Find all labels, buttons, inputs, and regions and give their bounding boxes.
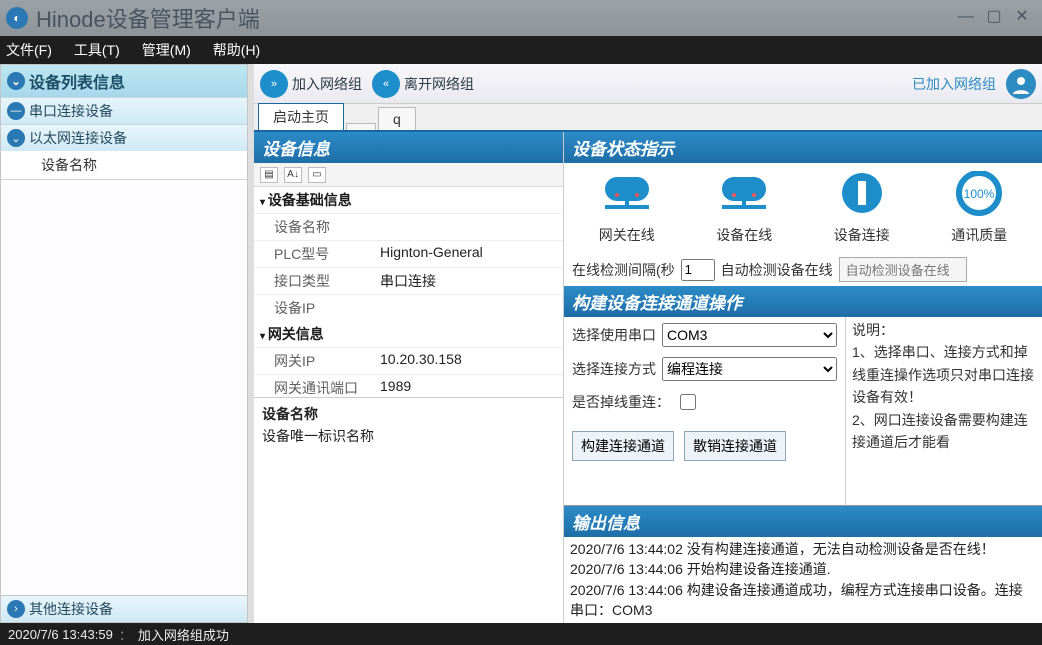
property-description: 设备名称 设备唯一标识名称 [254, 397, 563, 623]
propgrid-toolbar: ▤ A↓ ▭ [254, 163, 563, 187]
sidebar-header: ⌄ 设备列表信息 [1, 65, 247, 97]
auto-detect-button[interactable]: 自动检测设备在线 [839, 257, 967, 282]
sidebar-cat-serial-label: 串口连接设备 [29, 101, 113, 121]
app-title: Hinode设备管理客户端 [36, 2, 260, 34]
deviceinfo-header: 设备信息 [254, 132, 563, 163]
connected-icon [832, 171, 892, 221]
log-line: 2020/7/6 13:44:06 构建设备连接通道成功，编程方式连接串口设备。… [570, 580, 1036, 621]
network-status: 已加入网络组 [912, 74, 996, 94]
channel-header: 构建设备连接通道操作 [564, 286, 1042, 317]
status-device-connected: 设备连接 [832, 171, 892, 245]
status-panel: 设备状态指示 网关在线 设备在线 设备连接 100% [564, 132, 1042, 623]
sidebar-device-list[interactable]: 设备名称 [1, 151, 247, 595]
user-avatar-icon[interactable] [1006, 69, 1036, 99]
join-label: 加入网络组 [292, 74, 362, 94]
minimize-button[interactable]: — [952, 8, 980, 28]
property-grid[interactable]: 设备基础信息 设备名称 PLC型号Hignton-General 接口类型串口连… [254, 187, 563, 397]
output-log[interactable]: 2020/7/6 13:44:02 没有构建连接通道，无法自动检测设备是否在线！… [564, 537, 1042, 623]
tab-home[interactable]: 启动主页 [258, 103, 344, 130]
device-list-icon: ⌄ [7, 72, 25, 90]
main: » 加入网络组 « 离开网络组 已加入网络组 启动主页 q 设备信息 [254, 64, 1042, 623]
svg-text:100%: 100% [964, 187, 995, 201]
serial-icon: — [7, 102, 25, 120]
prop-plc-model[interactable]: PLC型号Hignton-General [254, 240, 563, 267]
menu-file[interactable]: 文件(F) [6, 40, 52, 60]
other-icon: › [7, 600, 25, 618]
prop-dev-ip[interactable]: 设备IP [254, 294, 563, 321]
auto-detect-label: 自动检测设备在线 [721, 260, 833, 280]
sidebar-header-label: 设备列表信息 [29, 69, 125, 93]
propgrid-categorized-icon[interactable]: ▤ [260, 167, 278, 183]
com-label: 选择使用串口 [572, 325, 656, 345]
titlebar: ◐ Hinode设备管理客户端 — ▢ ✕ [0, 0, 1042, 36]
prop-desc-title: 设备名称 [262, 404, 555, 424]
interval-label: 在线检测间隔(秒 [572, 260, 675, 280]
status-gateway-online: 网关在线 [597, 171, 657, 245]
mode-label: 选择连接方式 [572, 359, 656, 379]
prop-group-basic[interactable]: 设备基础信息 [254, 187, 563, 213]
prop-group-gateway[interactable]: 网关信息 [254, 321, 563, 347]
menu-tool[interactable]: 工具(T) [74, 40, 120, 60]
device-icon [714, 171, 774, 221]
status-icons: 网关在线 设备在线 设备连接 100% 通讯质量 [564, 163, 1042, 253]
leave-icon: « [372, 70, 400, 98]
close-button[interactable]: ✕ [1008, 8, 1036, 28]
status-device-online: 设备在线 [714, 171, 774, 245]
join-network-button[interactable]: » 加入网络组 [260, 70, 362, 98]
output-panel: 输出信息 2020/7/6 13:44:02 没有构建连接通道，无法自动检测设备… [564, 505, 1042, 623]
channel-body: 选择使用串口 COM3 选择连接方式 编程连接 是否掉线重连： 构建连接通 [564, 317, 1042, 505]
leave-label: 离开网络组 [404, 74, 474, 94]
reconnect-label: 是否掉线重连： [572, 392, 670, 412]
destroy-channel-button[interactable]: 散销连接通道 [684, 431, 786, 461]
interval-input[interactable] [681, 259, 715, 281]
menubar: 文件(F) 工具(T) 管理(M) 帮助(H) [0, 36, 1042, 64]
build-channel-button[interactable]: 构建连接通道 [572, 431, 674, 461]
toolbar: » 加入网络组 « 离开网络组 已加入网络组 [254, 64, 1042, 104]
leave-network-button[interactable]: « 离开网络组 [372, 70, 474, 98]
menu-manage[interactable]: 管理(M) [142, 40, 191, 60]
channel-desc-2: 2、网口连接设备需要构建连接通道后才能看 [852, 409, 1036, 454]
channel-desc-1: 1、选择串口、连接方式和掉线重连操作选项只对串口连接设备有效！ [852, 341, 1036, 408]
status-quality: 100% 通讯质量 [949, 171, 1009, 245]
sidebar-cat-ethernet[interactable]: ⌄ 以太网连接设备 [1, 124, 247, 151]
statusbar: 2020/7/6 13:43:59 ： 加入网络组成功 [0, 623, 1042, 645]
ethernet-icon: ⌄ [7, 129, 25, 147]
prop-gw-ip[interactable]: 网关IP10.20.30.158 [254, 347, 563, 374]
sidebar-cat-other-label: 其他连接设备 [29, 599, 113, 619]
detect-controls: 在线检测间隔(秒 自动检测设备在线 自动检测设备在线 [564, 253, 1042, 286]
tabs: 启动主页 q [254, 104, 1042, 132]
quality-icon: 100% [949, 171, 1009, 221]
propgrid-pages-icon[interactable]: ▭ [308, 167, 326, 183]
log-line: 2020/7/6 13:44:06 开始构建设备连接通道. [570, 559, 1036, 579]
channel-description: 说明： 1、选择串口、连接方式和掉线重连操作选项只对串口连接设备有效！ 2、网口… [846, 317, 1042, 505]
sidebar-list-col: 设备名称 [1, 151, 247, 180]
propgrid-az-icon[interactable]: A↓ [284, 167, 302, 183]
sidebar-cat-other[interactable]: › 其他连接设备 [1, 595, 247, 622]
prop-gw-port[interactable]: 网关通讯端口1989 [254, 374, 563, 397]
app-logo-icon: ◐ [6, 7, 28, 29]
prop-desc-body: 设备唯一标识名称 [262, 426, 555, 446]
deviceinfo-panel: 设备信息 ▤ A↓ ▭ 设备基础信息 设备名称 PLC型号Hignton-Gen… [254, 132, 564, 623]
status-msg: 加入网络组成功 [138, 625, 229, 644]
prop-device-name[interactable]: 设备名称 [254, 213, 563, 240]
com-select[interactable]: COM3 [662, 323, 837, 347]
log-line: 2020/7/6 13:44:02 没有构建连接通道，无法自动检测设备是否在线！ [570, 539, 1036, 559]
output-header: 输出信息 [564, 506, 1042, 537]
prop-iftype[interactable]: 接口类型串口连接 [254, 267, 563, 294]
status-header: 设备状态指示 [564, 132, 1042, 163]
tab-3[interactable]: q [378, 107, 416, 130]
join-icon: » [260, 70, 288, 98]
status-time: 2020/7/6 13:43:59 [8, 627, 113, 642]
sidebar-cat-ethernet-label: 以太网连接设备 [29, 128, 127, 148]
gateway-icon [597, 171, 657, 221]
reconnect-checkbox[interactable] [680, 394, 696, 410]
sidebar-cat-serial[interactable]: — 串口连接设备 [1, 97, 247, 124]
mode-select[interactable]: 编程连接 [662, 357, 837, 381]
tab-2[interactable] [346, 123, 376, 130]
sidebar: ⌄ 设备列表信息 — 串口连接设备 ⌄ 以太网连接设备 设备名称 › 其他连接设… [0, 64, 248, 623]
channel-desc-title: 说明： [852, 319, 1036, 341]
menu-help[interactable]: 帮助(H) [213, 40, 260, 60]
maximize-button[interactable]: ▢ [980, 8, 1008, 28]
